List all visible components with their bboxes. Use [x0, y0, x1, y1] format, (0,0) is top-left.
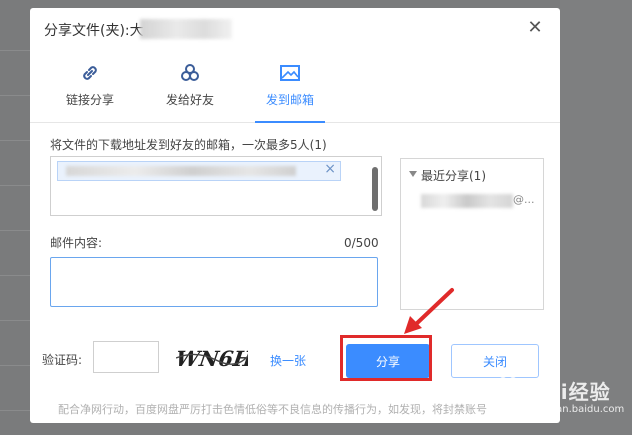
tab-link-share[interactable]: 链接分享: [45, 56, 135, 122]
recipient-redacted: [66, 166, 296, 176]
close-icon[interactable]: ✕: [524, 17, 546, 39]
annotation-arrow-icon: [404, 288, 454, 334]
tab-label: 发给好友: [165, 93, 214, 107]
remove-recipient-icon[interactable]: ×: [324, 161, 336, 177]
active-tab-indicator: [255, 121, 325, 123]
char-counter: 0/500: [344, 236, 379, 250]
captcha-input[interactable]: [93, 341, 159, 373]
recipient-input[interactable]: ×: [50, 156, 382, 216]
recent-share-header[interactable]: 最近分享(1): [409, 167, 486, 184]
tab-send-friends[interactable]: 发给好友: [145, 56, 235, 122]
paw-icon: [493, 377, 523, 406]
recent-contact-redacted[interactable]: [421, 194, 513, 208]
watermark-url: jingyan.baidu.com: [532, 404, 625, 415]
share-dialog: 分享文件(夹):大 ✕ 链接分享 发给好友 发到邮箱 将文件的下载地址发到好友的…: [30, 8, 560, 423]
tab-label: 发到邮箱: [265, 93, 314, 107]
tab-send-email[interactable]: 发到邮箱: [245, 56, 335, 123]
friends-icon: [181, 64, 199, 81]
title-redacted-area: [140, 19, 232, 39]
mail-icon: [280, 65, 300, 81]
mail-content-label: 邮件内容:: [50, 236, 103, 250]
policy-notice: 配合净网行动，百度网盘严厉打击色情低俗等不良信息的传播行为，如发现，将封禁账号: [58, 403, 487, 416]
captcha-label: 验证码:: [42, 353, 83, 367]
captcha-image[interactable]: WN6H: [176, 344, 248, 372]
share-tabs: 链接分享 发给好友 发到邮箱: [30, 56, 560, 123]
refresh-captcha-link[interactable]: 换一张: [270, 352, 306, 369]
watermark-text: Bai经验: [530, 380, 611, 404]
annotation-highlight-box: [340, 335, 432, 381]
link-icon: [83, 66, 97, 80]
tab-label: 链接分享: [65, 93, 114, 107]
email-hint: 将文件的下载地址发到好友的邮箱，一次最多5人(1): [50, 138, 327, 152]
watermark: Bai经验 jingyan.baidu.com: [486, 370, 626, 430]
recipient-scrollbar[interactable]: [372, 167, 378, 211]
dialog-title: 分享文件(夹):大: [44, 23, 144, 39]
recipient-chip[interactable]: ×: [57, 161, 341, 181]
mail-content-textarea[interactable]: [50, 257, 378, 307]
recent-contact-suffix: @...: [513, 193, 535, 206]
